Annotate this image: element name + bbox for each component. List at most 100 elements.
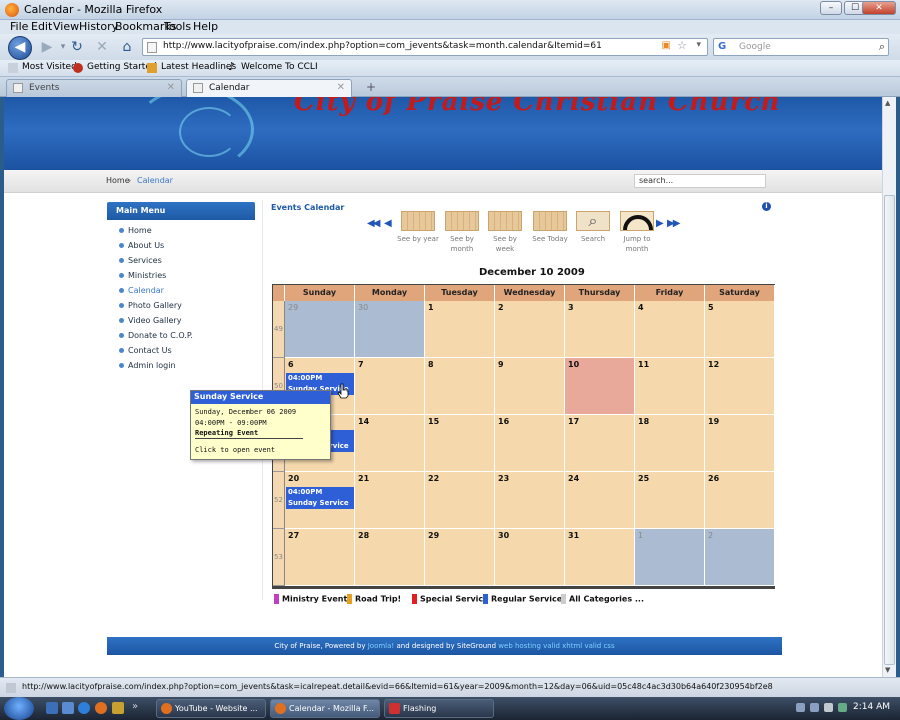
day-cell[interactable]: 12	[705, 358, 775, 415]
url-dropdown-icon[interactable]: ▾	[696, 40, 701, 50]
day-number[interactable]: 9	[498, 360, 504, 369]
next-month-arrow-icon[interactable]: ▶	[656, 218, 664, 229]
day-number[interactable]: 15	[428, 417, 439, 426]
day-number[interactable]: 1	[638, 531, 643, 540]
breadcrumb-home[interactable]: Home	[106, 176, 130, 185]
close-tab-icon[interactable]: ✕	[337, 82, 345, 93]
day-cell[interactable]: 9	[495, 358, 565, 415]
day-cell[interactable]: 23	[495, 472, 565, 529]
legend-item[interactable]: All Categories ...	[561, 594, 644, 604]
day-number[interactable]: 25	[638, 474, 649, 483]
day-cell[interactable]: 17	[565, 415, 635, 472]
star-bookmark-icon[interactable]: ☆	[677, 39, 687, 52]
day-cell[interactable]: 8	[425, 358, 495, 415]
rss-feed-icon[interactable]: ▣	[662, 40, 671, 51]
menu-history[interactable]: History	[79, 20, 118, 33]
footer-links[interactable]: web hosting valid xhtml valid css	[498, 642, 614, 650]
day-cell[interactable]: 22	[425, 472, 495, 529]
day-number[interactable]: 30	[358, 303, 368, 312]
day-cell[interactable]: 7	[355, 358, 425, 415]
network-icon[interactable]	[838, 703, 847, 712]
day-number[interactable]: 10	[568, 360, 579, 369]
day-cell[interactable]: 2	[705, 529, 775, 586]
stop-icon[interactable]: ✕	[91, 37, 113, 59]
legend-item[interactable]: Regular Service	[483, 594, 562, 604]
minimize-button[interactable]: –	[820, 1, 842, 15]
day-cell[interactable]: 19	[705, 415, 775, 472]
menu-help[interactable]: Help	[193, 20, 218, 33]
info-icon[interactable]: i	[762, 202, 771, 211]
system-clock[interactable]: 2:14 AM	[853, 702, 890, 712]
day-number[interactable]: 4	[638, 303, 644, 312]
day-number[interactable]: 18	[638, 417, 649, 426]
ie-icon[interactable]	[78, 702, 90, 714]
scrollbar-thumb[interactable]	[884, 195, 895, 665]
menu-item-video-gallery[interactable]: Video Gallery	[119, 316, 181, 325]
cal-nav-year-button[interactable]: See by year	[396, 211, 440, 244]
day-cell[interactable]: 4	[635, 301, 705, 358]
day-number[interactable]: 5	[708, 303, 714, 312]
day-cell[interactable]: 30	[495, 529, 565, 586]
event-tooltip[interactable]: Sunday Service Sunday, December 06 2009 …	[190, 390, 331, 460]
day-number[interactable]: 11	[638, 360, 649, 369]
day-number[interactable]: 2	[498, 303, 504, 312]
day-cell[interactable]: 2	[495, 301, 565, 358]
taskbar-flashing[interactable]: Flashing	[384, 699, 494, 718]
show-desktop-icon[interactable]	[46, 702, 58, 714]
menu-item-contact-us[interactable]: Contact Us	[119, 346, 172, 355]
site-search-input[interactable]: search...	[634, 174, 766, 188]
day-cell[interactable]: 18	[635, 415, 705, 472]
day-cell[interactable]: 14	[355, 415, 425, 472]
day-cell[interactable]: 30	[355, 301, 425, 358]
reload-icon[interactable]: ↻	[66, 37, 88, 59]
day-number[interactable]: 2	[708, 531, 713, 540]
menu-tools[interactable]: Tools	[164, 20, 191, 33]
day-number[interactable]: 28	[358, 531, 369, 540]
day-cell[interactable]: 20 04:00PM Sunday Service	[285, 472, 355, 529]
scroll-down-arrow-icon[interactable]: ▼	[885, 666, 890, 674]
day-number[interactable]: 6	[288, 360, 294, 369]
day-cell[interactable]: 31	[565, 529, 635, 586]
vertical-scrollbar[interactable]: ▲ ▼	[882, 97, 896, 677]
day-cell[interactable]: 5	[705, 301, 775, 358]
day-cell[interactable]: 24	[565, 472, 635, 529]
day-cell[interactable]: 16	[495, 415, 565, 472]
event-sunday-service[interactable]: 04:00PM Sunday Service	[286, 487, 354, 509]
day-number[interactable]: 23	[498, 474, 509, 483]
week-number-cell[interactable]: 52	[273, 472, 285, 529]
folder-icon[interactable]	[112, 702, 124, 714]
menu-item-calendar[interactable]: Calendar	[119, 286, 164, 295]
day-number[interactable]: 31	[568, 531, 579, 540]
day-cell[interactable]: 27	[285, 529, 355, 586]
day-cell[interactable]: 1	[635, 529, 705, 586]
cal-nav-jump-button[interactable]: Jump to month	[615, 211, 659, 254]
menu-item-services[interactable]: Services	[119, 256, 162, 265]
day-number[interactable]: 12	[708, 360, 719, 369]
close-tab-icon[interactable]: ✕	[167, 82, 175, 93]
menu-item-admin-login[interactable]: Admin login	[119, 361, 176, 370]
next-year-arrow-icon[interactable]: ▶▶	[667, 218, 680, 229]
switch-windows-icon[interactable]	[62, 702, 74, 714]
menu-file[interactable]: File	[10, 20, 28, 33]
week-number-cell[interactable]: 49	[273, 301, 285, 358]
legend-item[interactable]: Special Service	[412, 594, 489, 604]
day-cell[interactable]: 26	[705, 472, 775, 529]
taskbar-youtube[interactable]: YouTube - Website ...	[156, 699, 266, 718]
day-number[interactable]: 8	[428, 360, 434, 369]
cal-nav-search-button[interactable]: ⌕ Search	[571, 211, 615, 244]
new-tab-button[interactable]: +	[360, 80, 382, 96]
day-cell-today[interactable]: 10	[565, 358, 635, 415]
close-window-button[interactable]: ✕	[862, 1, 896, 15]
day-cell[interactable]: 21	[355, 472, 425, 529]
day-number[interactable]: 29	[288, 303, 298, 312]
day-number[interactable]: 26	[708, 474, 719, 483]
tab-calendar[interactable]: Calendar ✕	[186, 79, 352, 97]
bookmark-most-visited[interactable]: Most Visited	[22, 62, 77, 72]
cal-nav-month-button[interactable]: See by month	[440, 211, 484, 254]
legend-item[interactable]: Ministry Event	[274, 594, 347, 604]
day-number[interactable]: 20	[288, 474, 299, 483]
legend-item[interactable]: Road Trip!	[347, 594, 401, 604]
taskbar-calendar[interactable]: Calendar - Mozilla F...	[270, 699, 380, 718]
home-icon[interactable]: ⌂	[116, 37, 138, 59]
firefox-quicklaunch-icon[interactable]	[95, 702, 107, 714]
